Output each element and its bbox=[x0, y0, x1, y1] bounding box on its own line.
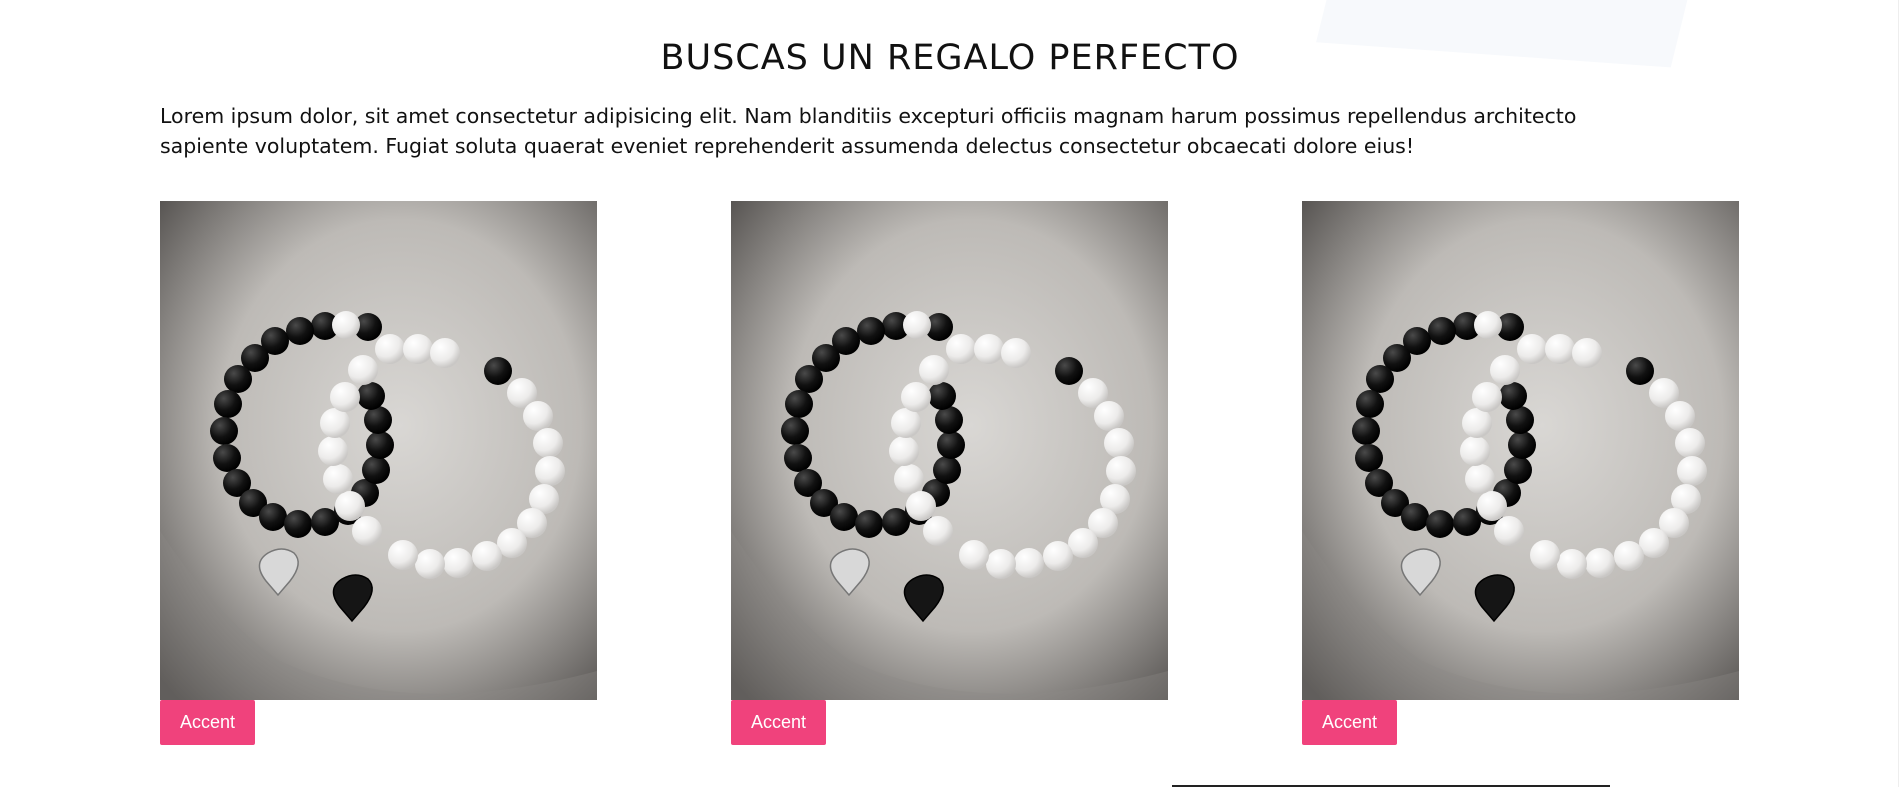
product-card: Accent bbox=[731, 201, 1168, 745]
bracelet-pair-image bbox=[1302, 201, 1739, 700]
product-card: Accent bbox=[1302, 201, 1739, 745]
bracelet-pair-image bbox=[731, 201, 1168, 700]
product-image[interactable] bbox=[731, 201, 1168, 700]
accent-button[interactable]: Accent bbox=[731, 700, 827, 745]
accent-button[interactable]: Accent bbox=[1302, 700, 1398, 745]
page: BUSCAS UN REGALO PERFECTO Lorem ipsum do… bbox=[0, 0, 1900, 787]
section-title: BUSCAS UN REGALO PERFECTO bbox=[660, 38, 1240, 78]
product-card: Accent bbox=[160, 201, 597, 745]
accent-button[interactable]: Accent bbox=[160, 700, 256, 745]
product-image[interactable] bbox=[1302, 201, 1739, 700]
page-edge-line bbox=[1898, 0, 1899, 787]
section-intro: Lorem ipsum dolor, sit amet consectetur … bbox=[160, 104, 1577, 158]
bracelet-pair-image bbox=[160, 201, 597, 700]
product-image[interactable] bbox=[160, 201, 597, 700]
